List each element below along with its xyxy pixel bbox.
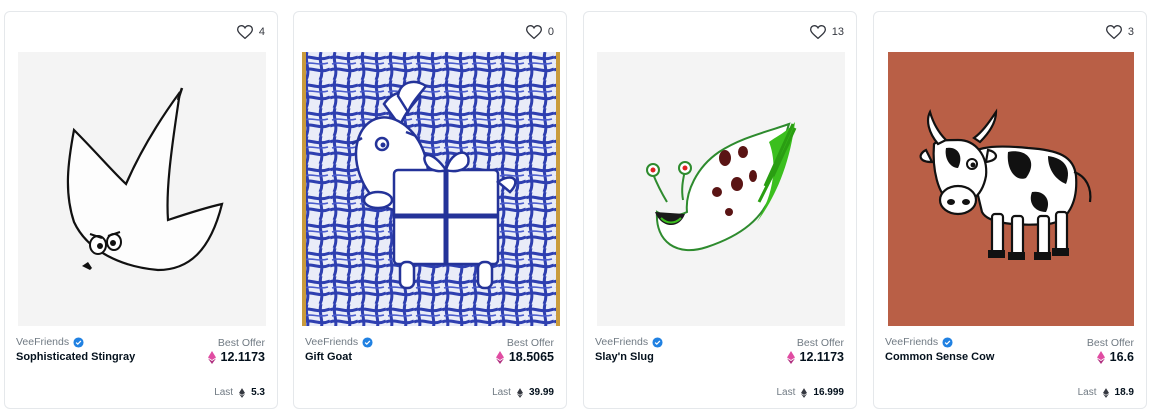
best-offer-price: 12.1173 — [207, 350, 265, 364]
best-offer-price: 12.1173 — [786, 350, 844, 364]
nft-image[interactable] — [13, 52, 271, 326]
last-sale: Last 16.999 — [776, 387, 845, 398]
ethereum-icon — [1096, 350, 1105, 364]
nft-name[interactable]: Common Sense Cow — [885, 351, 994, 363]
collection-name[interactable]: VeeFriends — [885, 336, 953, 348]
last-sale: Last 39.99 — [492, 387, 554, 398]
last-sale: Last 18.9 — [1077, 387, 1134, 398]
best-offer-price: 16.6 — [1096, 350, 1134, 364]
collection-name[interactable]: VeeFriends — [595, 336, 663, 348]
nft-card-sophisticated-stingray[interactable]: 4 VeeFriends Sophisticated Stingray Best… — [4, 11, 278, 409]
ethereum-icon — [1102, 387, 1109, 398]
favorite-button[interactable]: 3 — [1105, 25, 1134, 39]
favorite-button[interactable]: 0 — [525, 25, 554, 39]
heart-icon — [236, 25, 253, 39]
favorite-count: 0 — [547, 26, 554, 38]
best-offer-label: Best Offer — [796, 337, 844, 349]
favorite-count: 3 — [1127, 26, 1134, 38]
last-sale: Last 5.3 — [214, 387, 265, 398]
heart-icon — [1105, 25, 1122, 39]
ethereum-icon — [516, 387, 523, 398]
favorite-count: 4 — [258, 26, 265, 38]
best-offer-price: 18.5065 — [495, 350, 554, 364]
nft-image[interactable] — [882, 52, 1140, 326]
favorite-button[interactable]: 4 — [236, 25, 265, 39]
ethereum-icon — [207, 350, 216, 364]
nft-card-gift-goat[interactable]: 0 VeeFriends Gift Goat Best Offer 18.506… — [293, 11, 567, 409]
verified-badge-icon — [652, 336, 663, 348]
best-offer-label: Best Offer — [217, 337, 265, 349]
nft-name[interactable]: Sophisticated Stingray — [16, 351, 135, 363]
nft-image[interactable] — [592, 52, 850, 326]
collection-name[interactable]: VeeFriends — [16, 336, 84, 348]
ethereum-icon — [786, 350, 795, 364]
ethereum-icon — [239, 387, 246, 398]
ethereum-icon — [801, 387, 808, 398]
best-offer-label: Best Offer — [506, 337, 554, 349]
heart-icon — [809, 25, 826, 39]
favorite-button[interactable]: 13 — [809, 25, 844, 39]
nft-name[interactable]: Gift Goat — [305, 351, 352, 363]
cow-artwork — [888, 52, 1134, 326]
stingray-artwork — [18, 52, 266, 326]
verified-badge-icon — [73, 336, 84, 348]
collection-name[interactable]: VeeFriends — [305, 336, 373, 348]
favorite-count: 13 — [831, 26, 844, 38]
heart-icon — [525, 25, 542, 39]
slug-artwork — [597, 52, 845, 326]
nft-card-slayn-slug[interactable]: 13 VeeFriends Slay'n Slug Best Offer 12.… — [583, 11, 857, 409]
verified-badge-icon — [362, 336, 373, 348]
goat-artwork — [302, 52, 560, 326]
ethereum-icon — [495, 350, 504, 364]
nft-name[interactable]: Slay'n Slug — [595, 351, 654, 363]
verified-badge-icon — [942, 336, 953, 348]
nft-card-common-sense-cow[interactable]: 3 VeeFriends Common Sense Cow Best Offer… — [873, 11, 1147, 409]
best-offer-label: Best Offer — [1086, 337, 1134, 349]
nft-image[interactable] — [302, 52, 560, 326]
